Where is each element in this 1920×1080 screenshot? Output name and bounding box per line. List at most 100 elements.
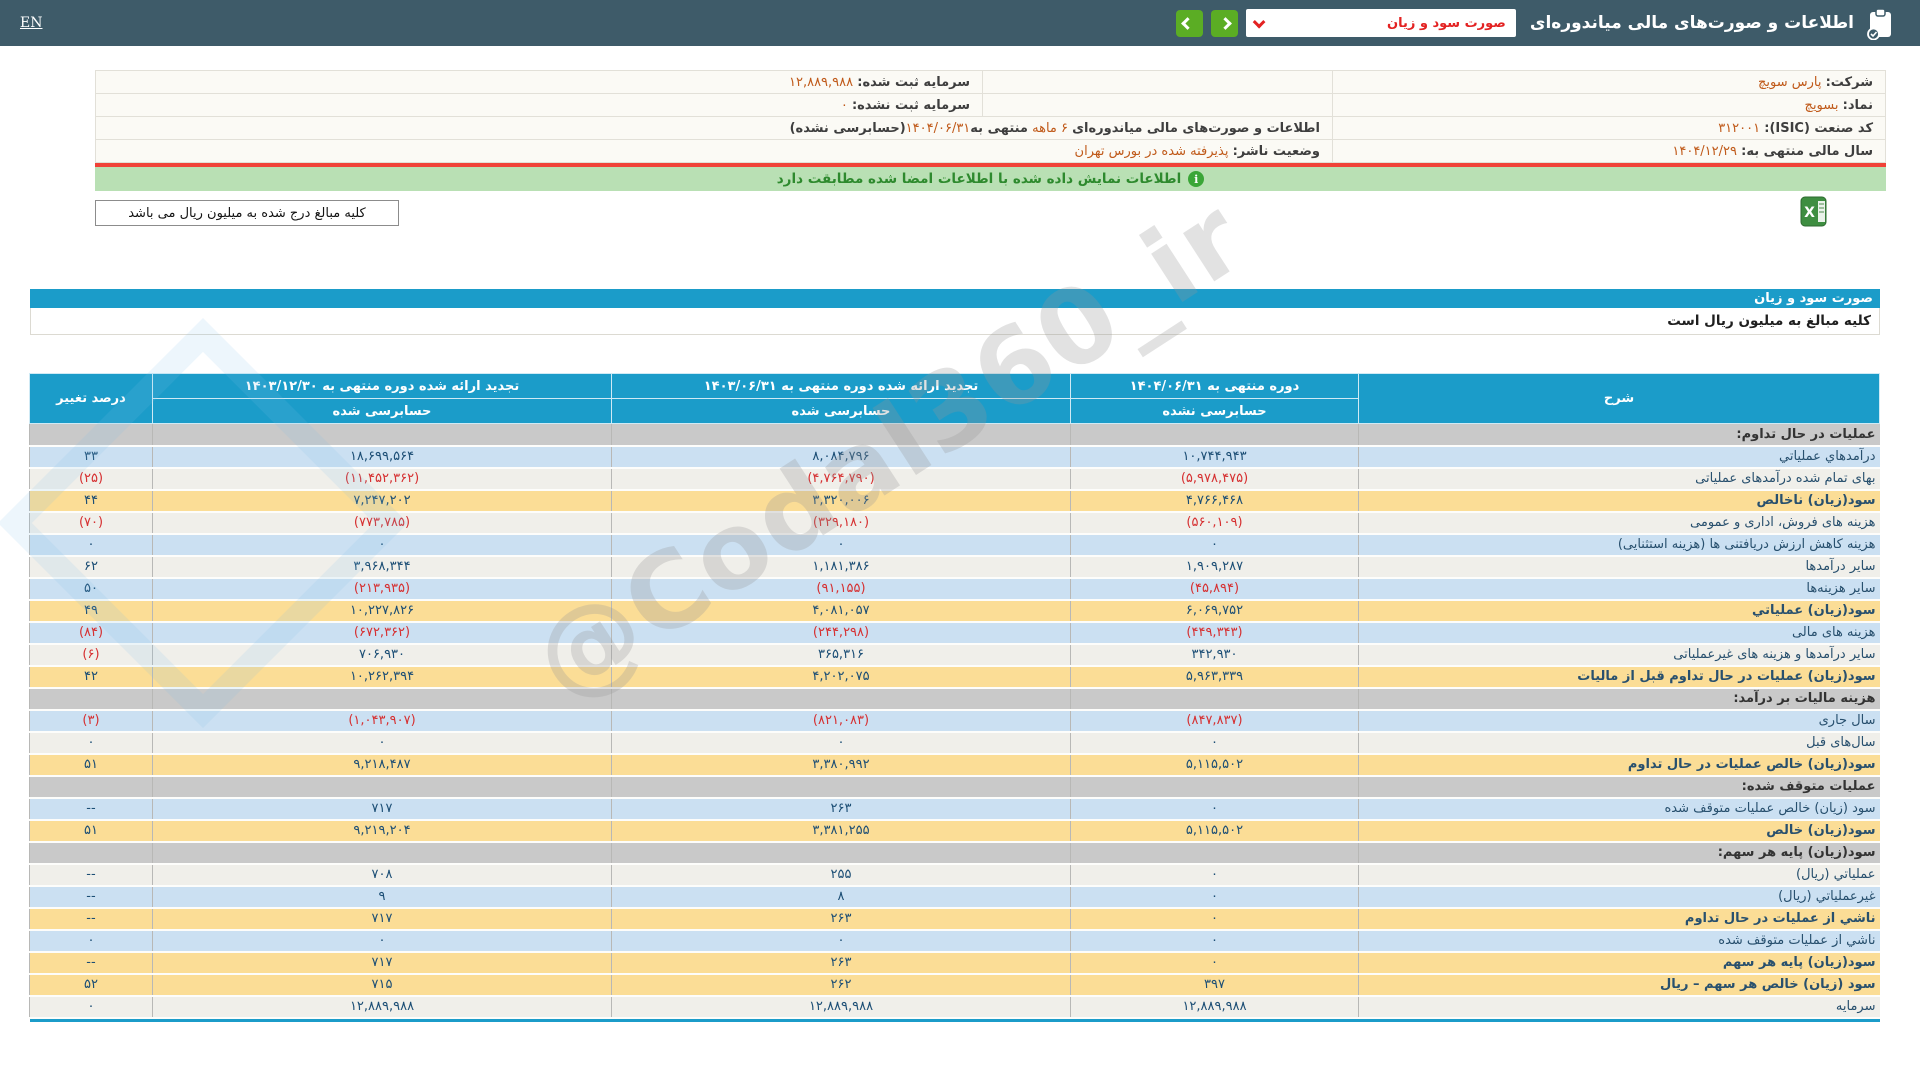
cell-restated-mid: [611, 775, 1071, 799]
row-label: سود(زیان) خالص: [1358, 819, 1880, 843]
row-label: سود(زیان) پایه هر سهم: [1358, 951, 1880, 975]
cell-current: ۰: [1070, 885, 1359, 909]
excel-export-icon[interactable]: X: [1800, 195, 1828, 228]
cell-percent: ۰: [29, 533, 153, 557]
cell-restated-annual: ۰: [152, 731, 612, 755]
table-row: سود(زیان) خالص عملیات در حال تداوم ۵,۱۱۵,…: [29, 753, 1880, 777]
cell-restated-annual: [152, 423, 612, 447]
cell-percent: ۵۱: [29, 753, 153, 777]
cell-percent: [29, 775, 153, 799]
header-desc: شرح: [1358, 373, 1880, 424]
cell-restated-annual: ۹,۲۱۸,۴۸۷: [152, 753, 612, 777]
cell-current: (۵۶۰,۱۰۹): [1070, 511, 1359, 535]
cell-restated-annual: ۰: [152, 929, 612, 953]
row-label: سود(زیان) ناخالص: [1358, 489, 1880, 513]
cell-current: ۳۹۷: [1070, 973, 1359, 997]
cell-restated-mid: ۴,۲۰۲,۰۷۵: [611, 665, 1071, 689]
empty-cell: [982, 93, 1333, 117]
cell-percent: [29, 687, 153, 711]
statement-unit-note: کلیه مبالغ به میلیون ریال است: [30, 308, 1880, 335]
cell-restated-annual: ۷۱۵: [152, 973, 612, 997]
report-type-select[interactable]: صورت سود و زیان: [1245, 9, 1516, 37]
symbol-value: بسویچ: [1804, 97, 1839, 113]
cell-restated-annual: ۷۱۷: [152, 907, 612, 931]
cell-restated-annual: ۰: [152, 533, 612, 557]
period-suffix: (حسابرسی نشده): [789, 120, 906, 136]
cell-restated-mid: ۳,۳۲۰,۰۰۶: [611, 489, 1071, 513]
cell-current: ۴,۷۶۶,۴۶۸: [1070, 489, 1359, 513]
cell-restated-mid: ۱,۱۸۱,۳۸۶: [611, 555, 1071, 579]
cell-restated-annual: ۱۸,۶۹۹,۵۶۴: [152, 445, 612, 469]
header-period-restated-mid: تجدید ارائه شده دوره منتهی به ۱۴۰۳/۰۶/۳۱: [611, 373, 1071, 399]
table-row: سود(زیان) پایه هر سهم ۰ ۲۶۳ ۷۱۷ --: [29, 951, 1880, 975]
cell-restated-mid: ۴,۰۸۱,۰۵۷: [611, 599, 1071, 623]
table-row: هزینه های فروش، اداری و عمومی (۵۶۰,۱۰۹) (۳…: [29, 511, 1880, 535]
fiscal-year-value: ۱۴۰۴/۱۲/۲۹: [1672, 143, 1737, 159]
header-percent-change: درصد تغییر: [29, 373, 153, 424]
cell-percent: ۰: [29, 731, 153, 755]
table-row: سود (زیان) خالص هر سهم – ریال ۳۹۷ ۲۶۲ ۷۱۵ ۵۲: [29, 973, 1880, 997]
cell-percent: --: [29, 951, 153, 975]
table-row: ناشي از عملیات در حال تداوم ۰ ۲۶۳ ۷۱۷ --: [29, 907, 1880, 931]
nav-next-button[interactable]: [1210, 9, 1238, 37]
section-row: عملیات متوقف شده:: [29, 775, 1880, 799]
cell-percent: ۴۲: [29, 665, 153, 689]
table-header: شرح دوره منتهی به ۱۴۰۴/۰۶/۳۱ تجدید ارائه…: [29, 373, 1880, 424]
cell-restated-mid: ۲۵۵: [611, 863, 1071, 887]
cell-restated-mid: [611, 687, 1071, 711]
row-label: سود(زیان) عملیات در حال تداوم قبل از مال…: [1358, 665, 1880, 689]
table-row: سود(زیان) ناخالص ۴,۷۶۶,۴۶۸ ۳,۳۲۰,۰۰۶ ۷,۲۴۷,…: [29, 489, 1880, 513]
section-row: هزینه مالیات بر درآمد:: [29, 687, 1880, 711]
table-row: عملیاتي (ریال) ۰ ۲۵۵ ۷۰۸ --: [29, 863, 1880, 887]
cell-restated-mid: ۰: [611, 731, 1071, 755]
cell-restated-annual: ۷۱۷: [152, 797, 612, 821]
row-label: درآمدهاي عملیاتي: [1358, 445, 1880, 469]
statement-title-band: صورت سود و زیان: [30, 289, 1880, 308]
cell-restated-annual: (۱,۰۴۳,۹۰۷): [152, 709, 612, 733]
cell-current: ۵,۱۱۵,۵۰۲: [1070, 819, 1359, 843]
table-row: هزینه کاهش ارزش دریافتنی ها (هزینه استثن…: [29, 533, 1880, 557]
period-mid: منتهی به: [970, 120, 1028, 136]
period-length: ۶ ماهه: [1032, 120, 1068, 136]
row-label: بهای تمام شده درآمدهای عملیاتی: [1358, 467, 1880, 491]
cell-restated-annual: ۹,۲۱۹,۲۰۴: [152, 819, 612, 843]
cell-restated-annual: ۹: [152, 885, 612, 909]
cell-restated-mid: ۱۲,۸۸۹,۹۸۸: [611, 995, 1071, 1019]
cell-restated-mid: ۲۶۳: [611, 907, 1071, 931]
issuer-status-value: پذیرفته شده در بورس تهران: [1074, 143, 1229, 159]
cell-restated-annual: ۱۰,۲۶۲,۳۹۴: [152, 665, 612, 689]
cell-percent: (۸۴): [29, 621, 153, 645]
nav-prev-button[interactable]: [1175, 9, 1203, 37]
language-en-link[interactable]: EN: [20, 15, 42, 31]
isic-label: کد صنعت (ISIC):: [1764, 120, 1873, 136]
row-label: سال جاری: [1358, 709, 1880, 733]
header-audited-mid: حسابرسی شده: [611, 398, 1071, 424]
company-value: پارس سویچ: [1757, 74, 1822, 90]
info-row: سال مالی منتهی به: ۱۴۰۴/۱۲/۲۹ وضعیت ناشر…: [95, 139, 1886, 163]
clipboard-check-icon: [1866, 7, 1894, 40]
cell-restated-annual: (۷۷۳,۷۸۵): [152, 511, 612, 535]
topbar: اطلاعات و صورت‌های مالی میاندوره‌ای صورت…: [0, 0, 1920, 46]
table-row: سایر درآمدها ۱,۹۰۹,۲۸۷ ۱,۱۸۱,۳۸۶ ۳,۹۶۸,۳۴۴ ۶…: [29, 555, 1880, 579]
cell-current: (۸۴۷,۸۳۷): [1070, 709, 1359, 733]
cell-restated-annual: (۱۱,۴۵۲,۳۶۲): [152, 467, 612, 491]
row-label: غیرعملیاتي (ریال): [1358, 885, 1880, 909]
table-row: سرمایه ۱۲,۸۸۹,۹۸۸ ۱۲,۸۸۹,۹۸۸ ۱۲,۸۸۹,۹۸۸ ۰: [29, 995, 1880, 1019]
row-label: هزینه کاهش ارزش دریافتنی ها (هزینه استثن…: [1358, 533, 1880, 557]
cell-percent: ۰: [29, 995, 153, 1019]
isic-cell: کد صنعت (ISIC): ۳۱۲۰۰۱: [1332, 116, 1886, 140]
row-label: ناشي از عملیات متوقف شده: [1358, 929, 1880, 953]
isic-value: ۳۱۲۰۰۱: [1718, 120, 1761, 136]
cell-restated-annual: [152, 841, 612, 865]
page-title: اطلاعات و صورت‌های مالی میاندوره‌ای: [1529, 13, 1854, 33]
income-table-body: عملیات در حال تداوم: درآمدهاي عملیاتي ۱۰,۷…: [29, 423, 1880, 1019]
section-row: سود(زیان) پایه هر سهم:: [29, 841, 1880, 865]
company-label: شرکت:: [1825, 74, 1873, 90]
row-label: هزینه مالیات بر درآمد:: [1358, 687, 1880, 711]
unregistered-capital-label: سرمایه ثبت نشده:: [851, 97, 970, 113]
cell-restated-annual: (۶۷۲,۳۶۲): [152, 621, 612, 645]
row-label: هزینه های فروش، اداری و عمومی: [1358, 511, 1880, 535]
cell-restated-mid: (۴,۷۶۴,۷۹۰): [611, 467, 1071, 491]
row-label: هزینه های مالی: [1358, 621, 1880, 645]
issuer-status-cell: وضعیت ناشر: پذیرفته شده در بورس تهران: [95, 139, 1333, 163]
